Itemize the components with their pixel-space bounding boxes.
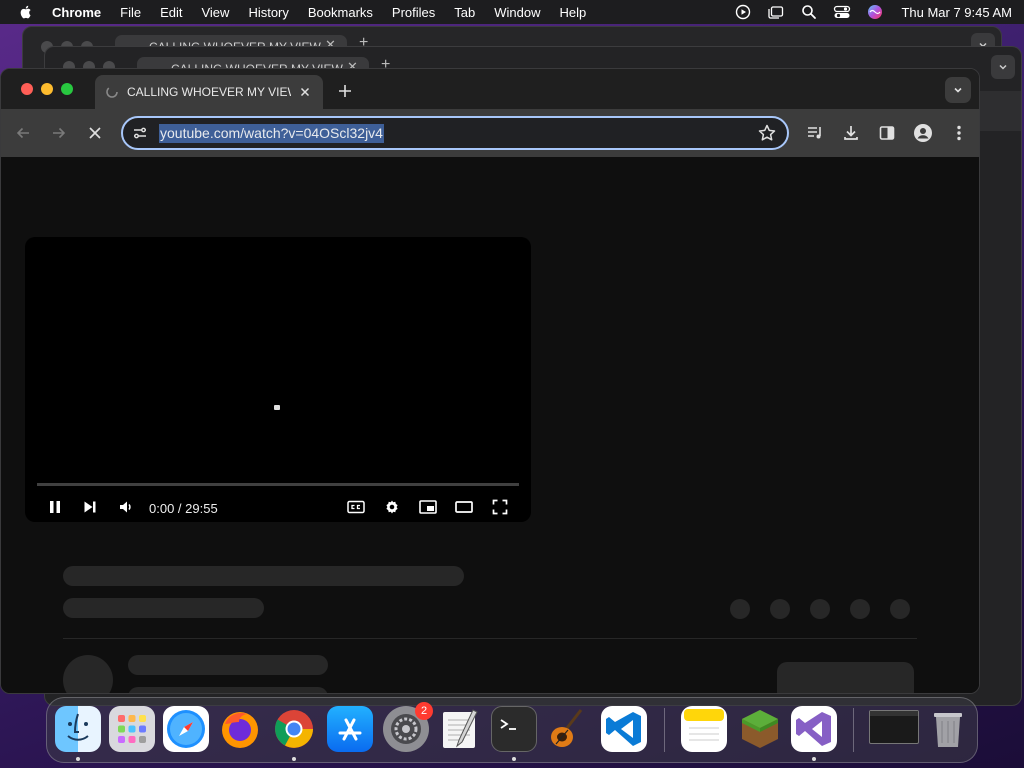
terminal-icon[interactable] [491, 706, 537, 752]
video-progress-bar[interactable] [37, 483, 519, 486]
video-time-display: 0:00 / 29:55 [149, 501, 218, 516]
menu-profiles[interactable]: Profiles [392, 5, 435, 20]
tab-search-chevron-icon[interactable] [991, 55, 1015, 79]
notes-icon[interactable] [681, 706, 727, 752]
spotlight-search-icon[interactable] [800, 3, 818, 21]
menu-file[interactable]: File [120, 5, 141, 20]
safari-icon[interactable] [163, 706, 209, 752]
stop-loading-button[interactable] [83, 121, 107, 145]
dock-separator [853, 708, 854, 752]
garageband-icon[interactable] [545, 706, 591, 752]
action-skeleton-dot [810, 599, 830, 619]
next-video-button[interactable] [78, 495, 102, 519]
running-indicator [512, 757, 516, 761]
tab-strip: CALLING WHOEVER MY VIEWERS [1, 69, 979, 109]
chrome-icon[interactable] [271, 706, 317, 752]
theater-mode-button[interactable] [452, 495, 476, 519]
back-button[interactable] [11, 121, 35, 145]
apple-menu-icon[interactable] [18, 4, 34, 20]
section-divider [63, 638, 917, 639]
new-tab-button[interactable] [335, 81, 355, 101]
menu-bar: Chrome File Edit View History Bookmarks … [0, 0, 1024, 24]
subscribe-skeleton [777, 662, 914, 693]
more-menu-icon[interactable] [947, 121, 971, 145]
menu-edit[interactable]: Edit [160, 5, 182, 20]
trash-icon[interactable] [925, 706, 971, 752]
firefox-icon[interactable] [217, 706, 263, 752]
app-store-icon[interactable] [327, 706, 373, 752]
menu-bookmarks[interactable]: Bookmarks [308, 5, 373, 20]
menu-window[interactable]: Window [494, 5, 540, 20]
url-text[interactable]: youtube.com/watch?v=04OScl32jv4 [159, 123, 384, 143]
notification-badge: 2 [415, 702, 433, 720]
loading-favicon-icon [105, 85, 119, 99]
finder-icon[interactable] [55, 706, 101, 752]
menu-tab[interactable]: Tab [454, 5, 475, 20]
action-skeleton-dot [890, 599, 910, 619]
tab-title: CALLING WHOEVER MY VIEWERS [127, 85, 291, 99]
meta-skeleton [63, 598, 264, 618]
window-controls [21, 83, 73, 95]
pause-button[interactable] [43, 495, 67, 519]
menu-history[interactable]: History [248, 5, 288, 20]
url-text-wrap[interactable]: youtube.com/watch?v=04OScl32jv4 [159, 123, 757, 143]
channel-name-skeleton [128, 655, 328, 675]
running-indicator [76, 757, 80, 761]
zoom-window-button[interactable] [61, 83, 73, 95]
close-window-button[interactable] [21, 83, 33, 95]
menu-view[interactable]: View [201, 5, 229, 20]
textedit-icon[interactable] [437, 706, 483, 752]
bookmark-star-icon[interactable] [757, 123, 777, 143]
settings-gear-icon[interactable] [380, 495, 404, 519]
profile-avatar-icon[interactable] [911, 121, 935, 145]
menu-clock[interactable]: Thu Mar 7 9:45 AM [901, 5, 1012, 20]
running-indicator [812, 757, 816, 761]
fullscreen-button[interactable] [488, 495, 512, 519]
address-bar[interactable]: youtube.com/watch?v=04OScl32jv4 [121, 116, 789, 150]
launchpad-icon[interactable] [109, 706, 155, 752]
action-skeleton-dot [730, 599, 750, 619]
page-content: 0:00 / 29:55 [1, 157, 979, 693]
minimized-window-preview[interactable] [869, 710, 919, 744]
minimize-window-button[interactable] [41, 83, 53, 95]
action-skeleton-dot [850, 599, 870, 619]
download-icon[interactable] [839, 121, 863, 145]
dock: 2 [46, 697, 978, 763]
browser-window: CALLING WHOEVER MY VIEWERS youtube.c [0, 68, 980, 694]
video-player[interactable]: 0:00 / 29:55 [25, 237, 531, 522]
tab-search-button[interactable] [945, 77, 971, 103]
control-center-icon[interactable] [833, 3, 851, 21]
browser-toolbar: youtube.com/watch?v=04OScl32jv4 [1, 109, 979, 157]
vscode-icon[interactable] [601, 706, 647, 752]
stage-manager-icon[interactable] [767, 3, 785, 21]
channel-avatar-skeleton [63, 655, 113, 693]
background-toolbar-strip [977, 91, 1021, 131]
menu-app-name[interactable]: Chrome [52, 5, 101, 20]
loading-indicator [274, 405, 280, 410]
screen-recording-icon[interactable] [734, 3, 752, 21]
action-skeleton-dot [770, 599, 790, 619]
running-indicator [292, 757, 296, 761]
miniplayer-button[interactable] [416, 495, 440, 519]
subtitles-button[interactable] [344, 495, 368, 519]
menu-help[interactable]: Help [560, 5, 587, 20]
channel-subs-skeleton [128, 687, 328, 693]
close-tab-icon[interactable] [297, 84, 313, 100]
active-tab[interactable]: CALLING WHOEVER MY VIEWERS [95, 75, 323, 109]
dock-separator [664, 708, 665, 752]
siri-icon[interactable] [866, 3, 884, 21]
site-info-icon[interactable] [131, 124, 149, 142]
forward-button[interactable] [47, 121, 71, 145]
title-skeleton [63, 566, 464, 586]
minecraft-icon[interactable] [737, 706, 783, 752]
media-control-icon[interactable] [803, 121, 827, 145]
volume-button[interactable] [114, 495, 138, 519]
player-controls: 0:00 / 29:55 [25, 491, 531, 521]
side-panel-icon[interactable] [875, 121, 899, 145]
visual-studio-icon[interactable] [791, 706, 837, 752]
